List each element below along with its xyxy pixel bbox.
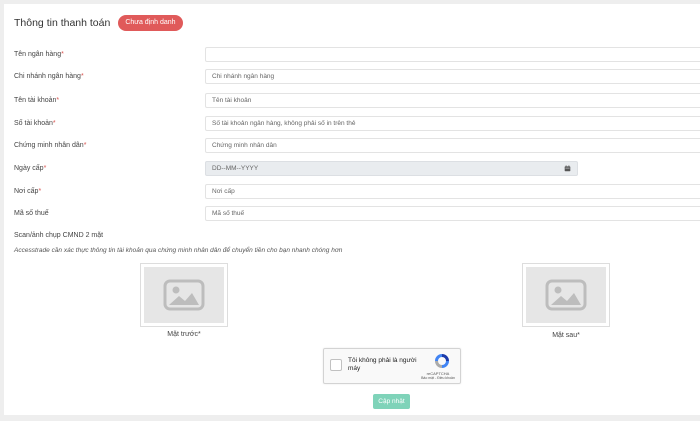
front-id-caption: Mặt trước* — [167, 331, 201, 338]
bank-branch-input[interactable]: Chi nhánh ngân hàng — [205, 69, 700, 84]
id-card-label: Chứng minh nhân dân* — [14, 142, 87, 149]
recaptcha-checkbox[interactable] — [330, 359, 342, 371]
account-name-input[interactable]: Tên tài khoản — [205, 93, 700, 108]
account-number-input[interactable]: Số tài khoản ngân hàng, không phải số in… — [205, 116, 700, 131]
id-card-input[interactable]: Chứng minh nhân dân — [205, 138, 700, 153]
recaptcha-logo-icon — [435, 354, 449, 368]
status-badge: Chưa định danh — [118, 15, 183, 31]
image-placeholder-icon — [163, 279, 205, 311]
issue-date-input[interactable]: DD--MM--YYYY — [205, 161, 578, 176]
issue-date-label: Ngày cấp* — [14, 165, 47, 172]
tax-code-input[interactable]: Mã số thuế — [205, 206, 700, 221]
verification-note: Accesstrade cần xác thực thông tin tài k… — [14, 247, 343, 254]
tax-code-label: Mã số thuế — [14, 210, 49, 217]
image-placeholder-icon — [545, 279, 587, 311]
bank-name-input[interactable] — [205, 47, 700, 62]
recaptcha-widget: Tôi không phải là người máy reCAPTCHA Bả… — [323, 348, 461, 384]
issue-place-input[interactable]: Nơi cấp — [205, 184, 700, 199]
header: Thông tin thanh toán Chưa định danh — [14, 14, 183, 32]
bank-name-label: Tên ngân hàng* — [14, 51, 64, 58]
calendar-icon[interactable] — [564, 165, 571, 172]
recaptcha-links[interactable]: Bảo mật - Điều khoản — [421, 376, 455, 380]
issue-place-label: Nơi cấp* — [14, 188, 42, 195]
back-id-upload[interactable] — [522, 263, 610, 327]
update-button[interactable]: Cập nhật — [373, 394, 410, 409]
payment-info-card: Thông tin thanh toán Chưa định danh Tên … — [4, 4, 700, 415]
account-number-label: Số tài khoản* — [14, 120, 56, 127]
bank-branch-label: Chi nhánh ngân hàng* — [14, 73, 84, 80]
front-id-upload[interactable] — [140, 263, 228, 327]
back-id-caption: Mặt sau* — [552, 332, 580, 339]
scan-label: Scan/ảnh chụp CMND 2 mặt — [14, 232, 104, 239]
page-title: Thông tin thanh toán — [14, 17, 111, 29]
account-name-label: Tên tài khoản* — [14, 97, 60, 104]
recaptcha-text: Tôi không phải là người máy — [348, 357, 417, 372]
